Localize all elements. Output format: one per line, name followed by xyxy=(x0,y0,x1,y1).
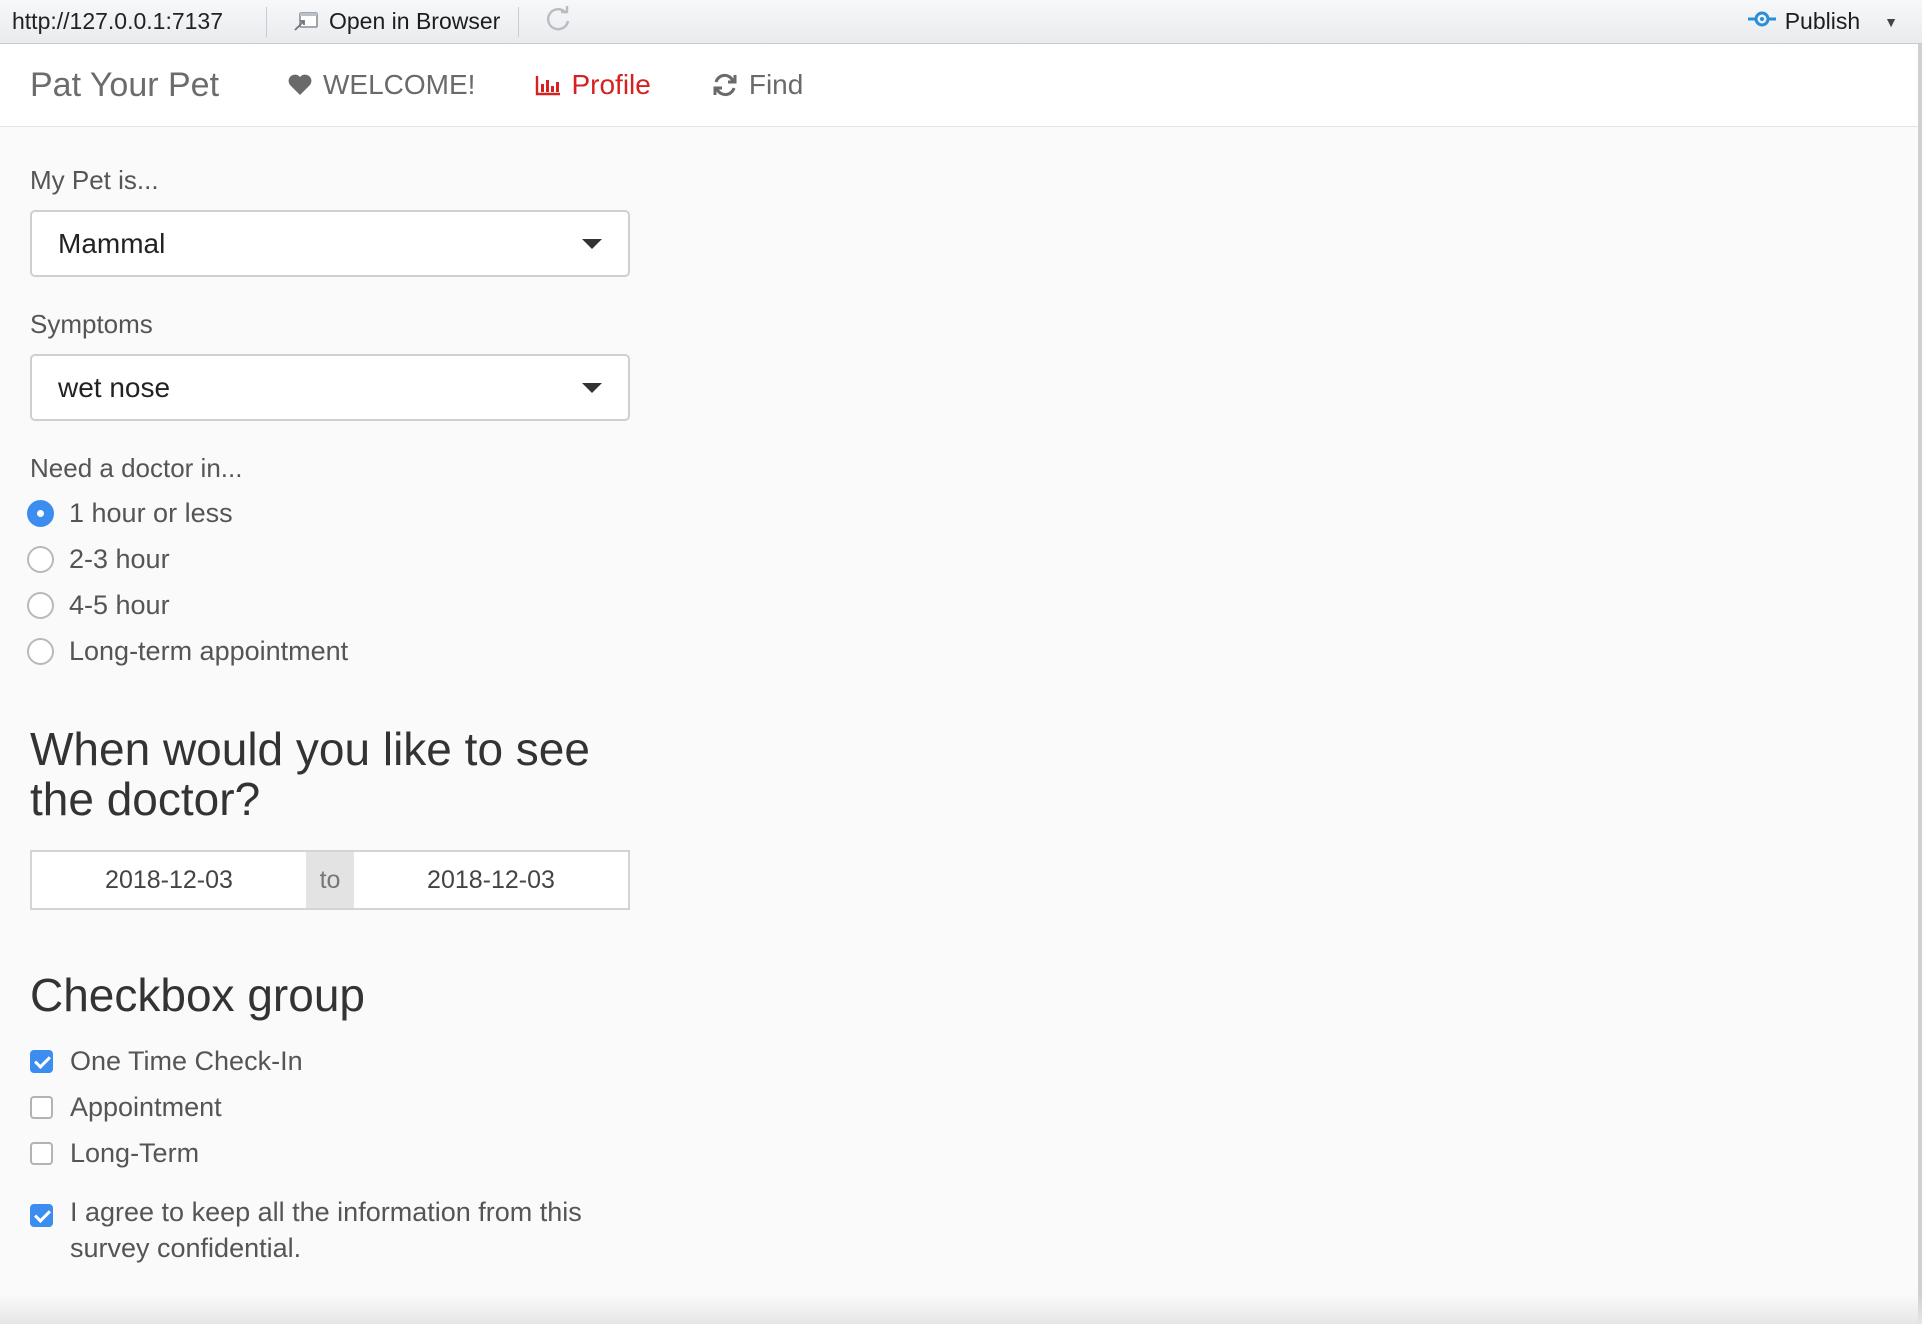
app-brand[interactable]: Pat Your Pet xyxy=(30,66,287,105)
heart-icon xyxy=(287,73,313,97)
agree-label: I agree to keep all the information from… xyxy=(70,1197,582,1263)
refresh-button[interactable] xyxy=(543,4,573,40)
app-navbar: Pat Your Pet WELCOME! Profile Find xyxy=(0,44,1922,127)
open-in-browser-button[interactable]: Open in Browser xyxy=(279,8,518,35)
checkbox-label: Long-Term xyxy=(70,1137,200,1168)
publish-button[interactable]: Publish ▼ xyxy=(1747,7,1898,37)
open-in-browser-label: Open in Browser xyxy=(329,8,501,34)
doctor-timing-label: Need a doctor in... xyxy=(30,453,243,483)
radio-button[interactable] xyxy=(27,499,54,527)
date-range-input: 2018-12-03 to 2018-12-03 xyxy=(30,850,630,910)
radio-label: 4-5 hour xyxy=(69,589,170,620)
checkbox[interactable] xyxy=(30,1095,53,1119)
open-in-browser-icon xyxy=(293,11,319,33)
checkbox[interactable] xyxy=(30,1049,53,1073)
checkbox-option-appointment[interactable]: Appointment xyxy=(30,1084,630,1130)
symptoms-value: wet nose xyxy=(58,371,171,403)
checkbox[interactable] xyxy=(30,1141,53,1165)
window-toolbar: http://127.0.0.1:7137 Open in Browser Pu… xyxy=(0,0,1922,44)
window-right-edge xyxy=(1918,44,1922,1324)
radio-label: 2-3 hour xyxy=(69,543,170,574)
survey-form: My Pet is... Mammal Symptoms wet nose Ne… xyxy=(27,127,630,1266)
checkbox-option-long-term[interactable]: Long-Term xyxy=(30,1130,630,1176)
nav-item-label: Find xyxy=(748,69,804,100)
symptoms-select[interactable]: wet nose xyxy=(30,354,630,421)
radio-button[interactable] xyxy=(27,591,54,619)
pet-type-label: My Pet is... xyxy=(30,165,159,195)
nav-item-label: WELCOME! xyxy=(323,69,476,100)
when-heading: When would you like to see the doctor? xyxy=(30,723,590,825)
radio-option-1-hour[interactable]: 1 hour or less xyxy=(27,490,630,536)
checkbox-label: One Time Check-In xyxy=(70,1045,303,1076)
chevron-down-icon xyxy=(582,382,602,393)
chevron-down-icon[interactable]: ▼ xyxy=(1884,14,1898,30)
radio-option-4-5-hour[interactable]: 4-5 hour xyxy=(27,582,630,628)
pet-type-select[interactable]: Mammal xyxy=(30,210,630,277)
publish-icon xyxy=(1747,7,1777,37)
radio-label: Long-term appointment xyxy=(69,635,349,666)
url-display: http://127.0.0.1:7137 xyxy=(12,8,224,34)
refresh-icon xyxy=(711,71,739,99)
date-range-separator: to xyxy=(306,852,354,908)
radio-button[interactable] xyxy=(27,545,54,573)
start-date-input[interactable]: 2018-12-03 xyxy=(32,852,306,908)
checkbox-option-one-time[interactable]: One Time Check-In xyxy=(30,1038,630,1084)
scroll-fade xyxy=(0,1294,1922,1324)
symptoms-label: Symptoms xyxy=(30,309,153,339)
nav-item-label: Profile xyxy=(571,69,651,100)
checkbox[interactable] xyxy=(30,1204,53,1227)
nav-item-find[interactable]: Find xyxy=(711,69,803,101)
toolbar-divider xyxy=(266,6,267,37)
checkbox-label: Appointment xyxy=(70,1091,222,1122)
checkbox-group: One Time Check-In Appointment Long-Term xyxy=(30,1038,630,1176)
bar-chart-icon xyxy=(535,73,561,97)
checkbox-group-heading: Checkbox group xyxy=(30,969,365,1021)
nav-item-welcome[interactable]: WELCOME! xyxy=(287,69,475,101)
pet-type-value: Mammal xyxy=(58,227,166,259)
radio-option-long-term[interactable]: Long-term appointment xyxy=(27,628,630,674)
radio-label: 1 hour or less xyxy=(69,497,233,528)
chevron-down-icon xyxy=(582,238,602,249)
radio-button[interactable] xyxy=(27,637,54,665)
end-date-input[interactable]: 2018-12-03 xyxy=(354,852,628,908)
nav-item-profile[interactable]: Profile xyxy=(535,69,651,101)
agree-confidential-checkbox[interactable]: I agree to keep all the information from… xyxy=(30,1194,630,1266)
refresh-icon xyxy=(543,4,573,40)
radio-option-2-3-hour[interactable]: 2-3 hour xyxy=(27,536,630,582)
doctor-timing-radio-group: 1 hour or less 2-3 hour 4-5 hour Long-te… xyxy=(27,490,630,674)
toolbar-divider xyxy=(518,6,520,37)
publish-label: Publish xyxy=(1784,8,1861,34)
